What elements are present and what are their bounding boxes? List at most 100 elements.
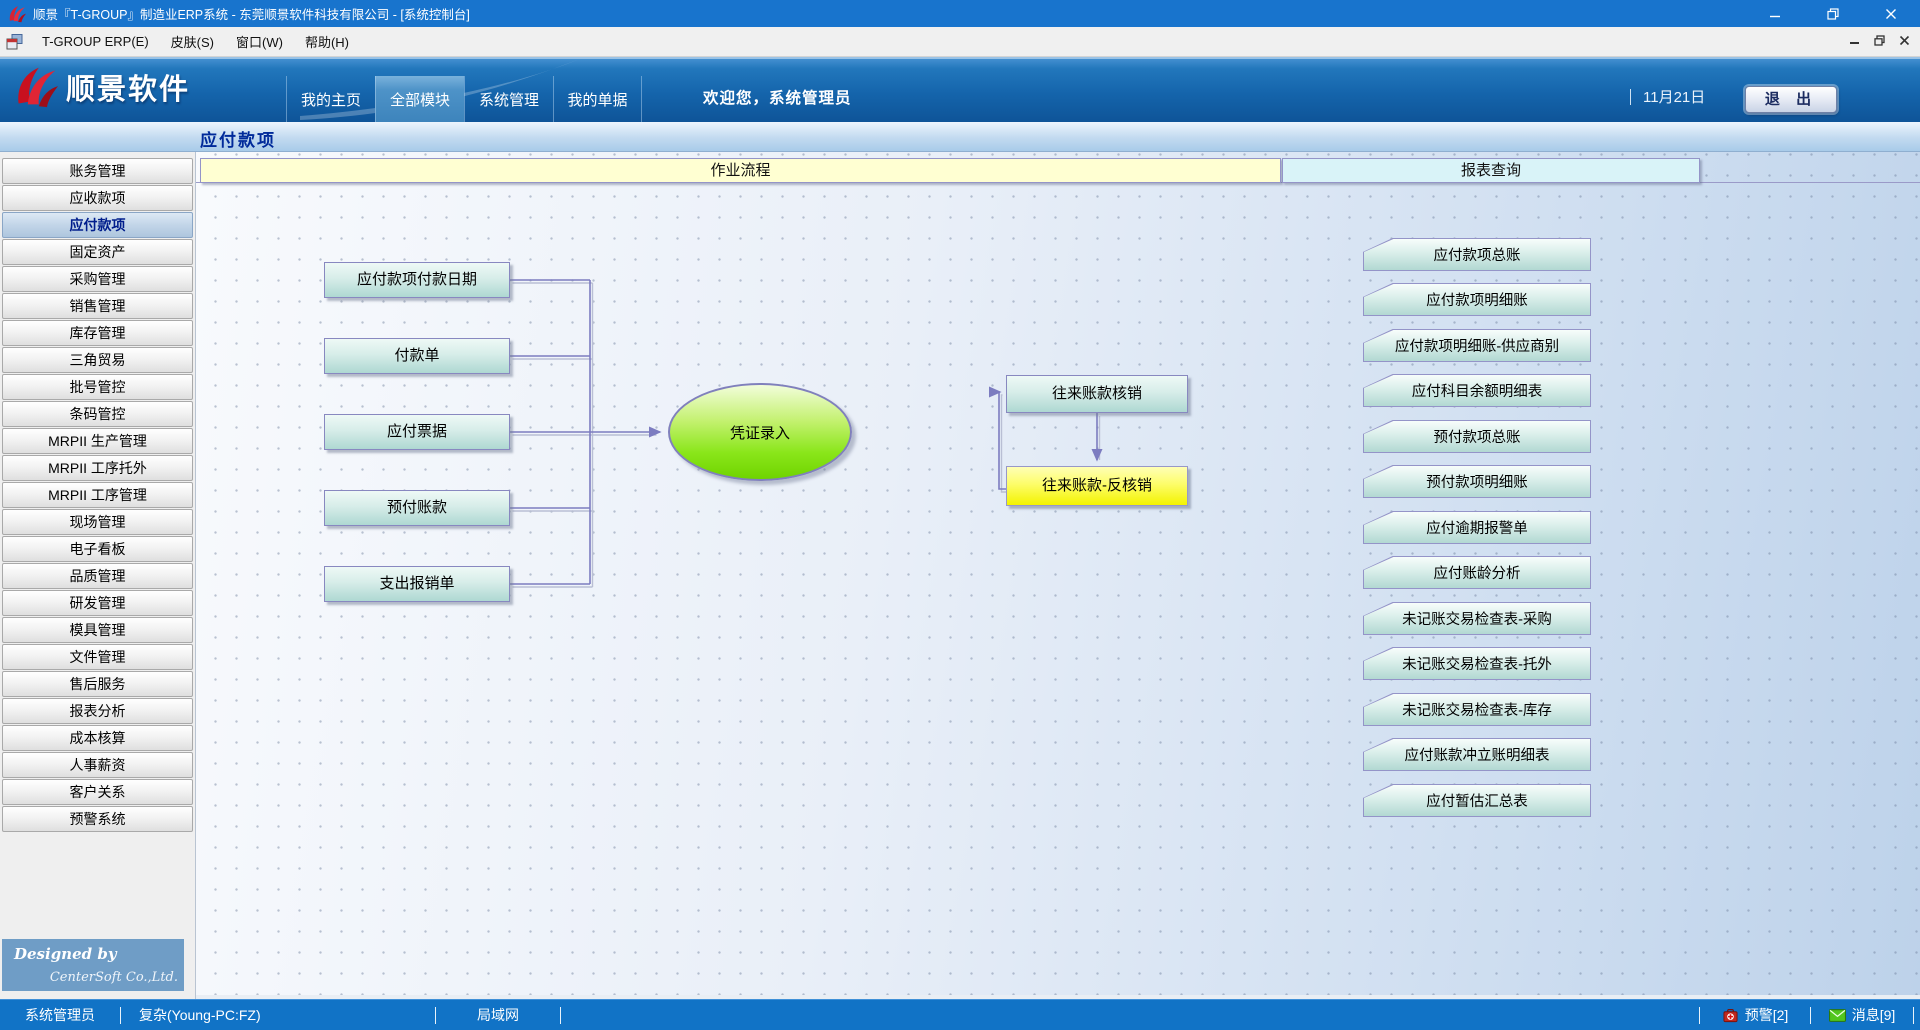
header-tabs: 我的主页 全部模块 系统管理 我的单据 (286, 76, 642, 122)
status-alerts[interactable]: 预警[2] (1700, 1000, 1810, 1030)
status-user: 系统管理员 (0, 1000, 120, 1030)
report-button-ap-detail-ledger[interactable]: 应付款项明细账 (1363, 283, 1591, 316)
report-button-ap-overdue-alert[interactable]: 应付逾期报警单 (1363, 511, 1591, 544)
workflow-panel-header: 作业流程 (200, 158, 1281, 183)
report-button-ap-aging-analysis[interactable]: 应付账龄分析 (1363, 556, 1591, 589)
flow-box-notes-payable[interactable]: 应付票据 (324, 414, 510, 450)
sidebar-item-documents[interactable]: 文件管理 (2, 644, 193, 670)
sidebar-item-mrp2-outsourcing[interactable]: MRPII 工序托外 (2, 455, 193, 481)
report-button-unposted-check-purchase[interactable]: 未记账交易检查表-采购 (1363, 602, 1591, 635)
sidebar-item-fixed-assets[interactable]: 固定资产 (2, 239, 193, 265)
credit-line2: CenterSoft Co.,Ltd. (50, 970, 178, 985)
sidebar-item-crm[interactable]: 客户关系 (2, 779, 193, 805)
flow-box-expense-claim[interactable]: 支出报销单 (324, 566, 510, 602)
sidebar-item-sales[interactable]: 销售管理 (2, 293, 193, 319)
mdi-minimize-icon[interactable] (1849, 34, 1860, 49)
report-panel-header: 报表查询 (1282, 158, 1700, 183)
credit-line1: Designed by (14, 945, 117, 963)
minimize-icon[interactable] (1746, 0, 1804, 27)
report-button-ap-general-ledger[interactable]: 应付款项总账 (1363, 238, 1591, 271)
report-button-prepaid-general-ledger[interactable]: 预付款项总账 (1363, 420, 1591, 453)
brand: 顺景软件 (14, 65, 190, 109)
message-envelope-icon (1829, 1008, 1846, 1023)
welcome-text: 欢迎您，系统管理员 (703, 86, 852, 108)
flow-box-verification[interactable]: 往来账款核销 (1006, 375, 1188, 413)
mdi-close-icon[interactable] (1899, 34, 1910, 49)
brand-logo-icon (14, 65, 58, 109)
sidebar-item-report-analysis[interactable]: 报表分析 (2, 698, 193, 724)
app-header: 顺景软件 我的主页 全部模块 系统管理 我的单据 欢迎您，系统管理员 11月21… (0, 57, 1920, 122)
alerts-label: 预警[2] (1745, 1005, 1789, 1025)
tab-my-home[interactable]: 我的主页 (286, 76, 375, 122)
sidebar-item-purchasing[interactable]: 采购管理 (2, 266, 193, 292)
report-button-ap-detail-by-supplier[interactable]: 应付款项明细账-供应商别 (1363, 329, 1591, 362)
status-bar: 系统管理员 复杂(Young-PC:FZ) 局域网 预警[2] 消息[9] (0, 999, 1920, 1030)
sidebar-item-triangle-trade[interactable]: 三角贸易 (2, 347, 193, 373)
window-title: 顺景『T-GROUP』制造业ERP系统 - 东莞顺景软件科技有限公司 - [系统… (33, 4, 470, 23)
sidebar-item-lot-control[interactable]: 批号管控 (2, 374, 193, 400)
designer-credit: Designed by CenterSoft Co.,Ltd. (2, 939, 184, 991)
mdi-restore-icon[interactable] (1874, 34, 1885, 49)
sidebar-item-hr-payroll[interactable]: 人事薪资 (2, 752, 193, 778)
flow-box-payment-date[interactable]: 应付款项付款日期 (324, 262, 510, 298)
app-logo-icon (8, 5, 26, 23)
report-button-unposted-check-inventory[interactable]: 未记账交易检查表-库存 (1363, 693, 1591, 726)
erp-window: 顺景『T-GROUP』制造业ERP系统 - 东莞顺景软件科技有限公司 - [系统… (0, 0, 1920, 1030)
status-network: 局域网 (436, 1000, 560, 1030)
alert-kit-icon (1722, 1008, 1739, 1023)
menu-item-skin[interactable]: 皮肤(S) (160, 27, 225, 56)
header-date: 11月21日 (1630, 86, 1705, 107)
report-button-unposted-check-outsource[interactable]: 未记账交易检查表-托外 (1363, 647, 1591, 680)
flow-box-prepayment[interactable]: 预付账款 (324, 490, 510, 526)
sidebar-item-shopfloor[interactable]: 现场管理 (2, 509, 193, 535)
sidebar-item-after-sales[interactable]: 售后服务 (2, 671, 193, 697)
sidebar-item-barcode-control[interactable]: 条码管控 (2, 401, 193, 427)
flow-box-payment-slip[interactable]: 付款单 (324, 338, 510, 374)
sidebar-item-e-kanban[interactable]: 电子看板 (2, 536, 193, 562)
report-button-ap-offset-detail[interactable]: 应付账款冲立账明细表 (1363, 738, 1591, 771)
brand-name: 顺景软件 (66, 66, 190, 108)
sidebar-item-receivables[interactable]: 应收款项 (2, 185, 193, 211)
menu-item-help[interactable]: 帮助(H) (294, 27, 360, 56)
module-sidebar: 账务管理 应收款项 应付款项 固定资产 采购管理 销售管理 库存管理 三角贸易 … (0, 152, 196, 999)
sidebar-item-mold[interactable]: 模具管理 (2, 617, 193, 643)
menu-item-tgroup-erp[interactable]: T-GROUP ERP(E) (31, 27, 160, 56)
sidebar-item-mrp2-process[interactable]: MRPII 工序管理 (2, 482, 193, 508)
title-bar: 顺景『T-GROUP』制造业ERP系统 - 东莞顺景软件科技有限公司 - [系统… (0, 0, 1920, 27)
close-icon[interactable] (1862, 0, 1920, 27)
window-controls (1746, 0, 1920, 27)
menu-item-window[interactable]: 窗口(W) (225, 27, 294, 56)
restore-icon[interactable] (1804, 0, 1862, 27)
page-title: 应付款项 (200, 126, 276, 151)
status-messages[interactable]: 消息[9] (1811, 1000, 1913, 1030)
main-panel: 作业流程 报表查询 (196, 152, 1920, 995)
date-separator (1630, 89, 1631, 105)
report-button-prepaid-detail-ledger[interactable]: 预付款项明细账 (1363, 465, 1591, 498)
page-title-bar: 应付款项 (0, 122, 1920, 152)
report-button-ap-estimate-summary[interactable]: 应付暂估汇总表 (1363, 784, 1591, 817)
flow-box-reverse-verification[interactable]: 往来账款-反核销 (1006, 466, 1188, 506)
sidebar-item-rnd[interactable]: 研发管理 (2, 590, 193, 616)
sidebar-item-quality[interactable]: 品质管理 (2, 563, 193, 589)
sidebar-item-mrp2-production[interactable]: MRPII 生产管理 (2, 428, 193, 454)
sidebar-item-payables[interactable]: 应付款项 (2, 212, 193, 238)
date-text: 11月21日 (1643, 86, 1705, 107)
status-separator (1913, 1007, 1914, 1024)
mdi-window-controls (1849, 34, 1910, 49)
sidebar-item-accounting[interactable]: 账务管理 (2, 158, 193, 184)
messages-label: 消息[9] (1852, 1005, 1896, 1025)
tab-all-modules[interactable]: 全部模块 (375, 76, 464, 122)
sidebar-item-costing[interactable]: 成本核算 (2, 725, 193, 751)
menu-bar: T-GROUP ERP(E) 皮肤(S) 窗口(W) 帮助(H) (0, 27, 1920, 57)
sidebar-item-inventory[interactable]: 库存管理 (2, 320, 193, 346)
tab-system-management[interactable]: 系统管理 (464, 76, 553, 122)
status-machine: 复杂(Young-PC:FZ) (121, 1000, 435, 1030)
tab-my-documents[interactable]: 我的单据 (553, 76, 642, 122)
mdi-child-icon (6, 33, 23, 50)
exit-button[interactable]: 退 出 (1745, 86, 1837, 113)
flow-node-voucher-entry[interactable]: 凭证录入 (668, 383, 852, 481)
body-area: 账务管理 应收款项 应付款项 固定资产 采购管理 销售管理 库存管理 三角贸易 … (0, 152, 1920, 999)
sidebar-item-alert-system[interactable]: 预警系统 (2, 806, 193, 832)
status-separator (560, 1007, 561, 1024)
report-button-ap-account-balance[interactable]: 应付科目余额明细表 (1363, 374, 1591, 407)
